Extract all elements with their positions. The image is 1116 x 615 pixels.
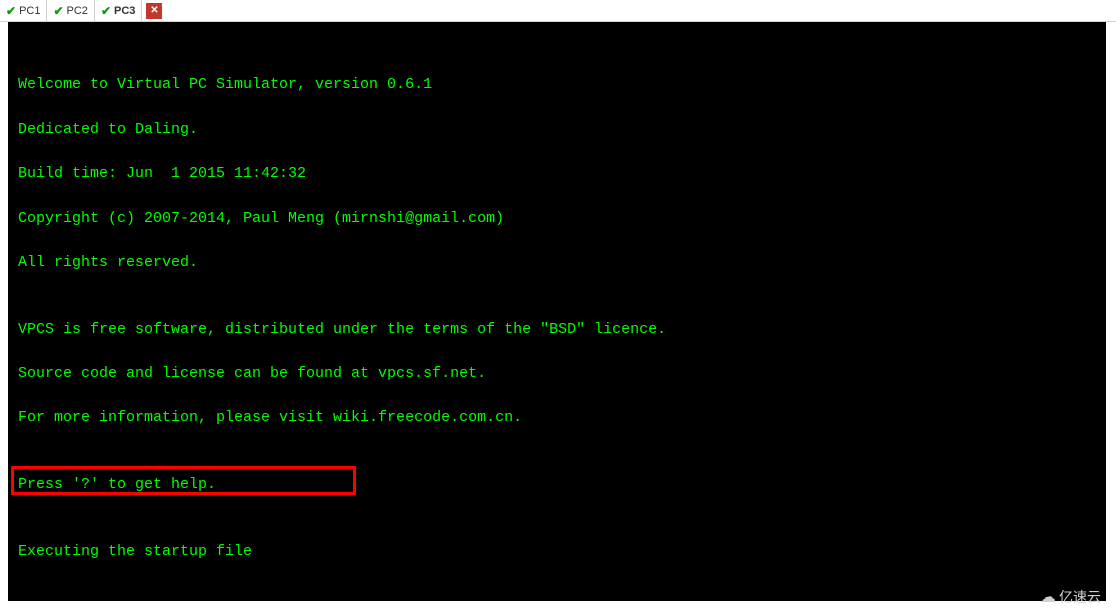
watermark-text: 亿速云	[1059, 587, 1101, 607]
terminal-line: Source code and license can be found at …	[18, 363, 1096, 385]
tab-label: PC2	[67, 5, 88, 17]
terminal-line: All rights reserved.	[18, 252, 1096, 274]
check-icon: ✔	[101, 4, 111, 18]
tab-pc2[interactable]: ✔ PC2	[47, 0, 94, 21]
terminal-line: Executing the startup file	[18, 541, 1096, 563]
terminal-line: VPCS is free software, distributed under…	[18, 319, 1096, 341]
check-icon: ✔	[6, 4, 16, 18]
tab-label: PC3	[114, 5, 135, 17]
terminal-line: Build time: Jun 1 2015 11:42:32	[18, 163, 1096, 185]
terminal-line: Welcome to Virtual PC Simulator, version…	[18, 74, 1096, 96]
terminal-line: Copyright (c) 2007-2014, Paul Meng (mirn…	[18, 208, 1096, 230]
terminal-output[interactable]: Welcome to Virtual PC Simulator, version…	[8, 22, 1106, 601]
terminal-line: Dedicated to Daling.	[18, 119, 1096, 141]
tab-pc3[interactable]: ✔ PC3	[95, 0, 142, 21]
close-tab-button[interactable]: ✕	[146, 3, 162, 19]
tab-bar: ✔ PC1 ✔ PC2 ✔ PC3 ✕	[0, 0, 1116, 22]
cloud-icon: ☁	[1040, 587, 1056, 607]
close-icon: ✕	[150, 5, 158, 16]
terminal-line: Press '?' to get help.	[18, 474, 1096, 496]
terminal-line: For more information, please visit wiki.…	[18, 407, 1096, 429]
check-icon: ✔	[53, 4, 63, 18]
watermark: ☁ 亿速云	[1040, 587, 1101, 607]
tab-label: PC1	[19, 5, 40, 17]
tab-pc1[interactable]: ✔ PC1	[0, 0, 47, 21]
